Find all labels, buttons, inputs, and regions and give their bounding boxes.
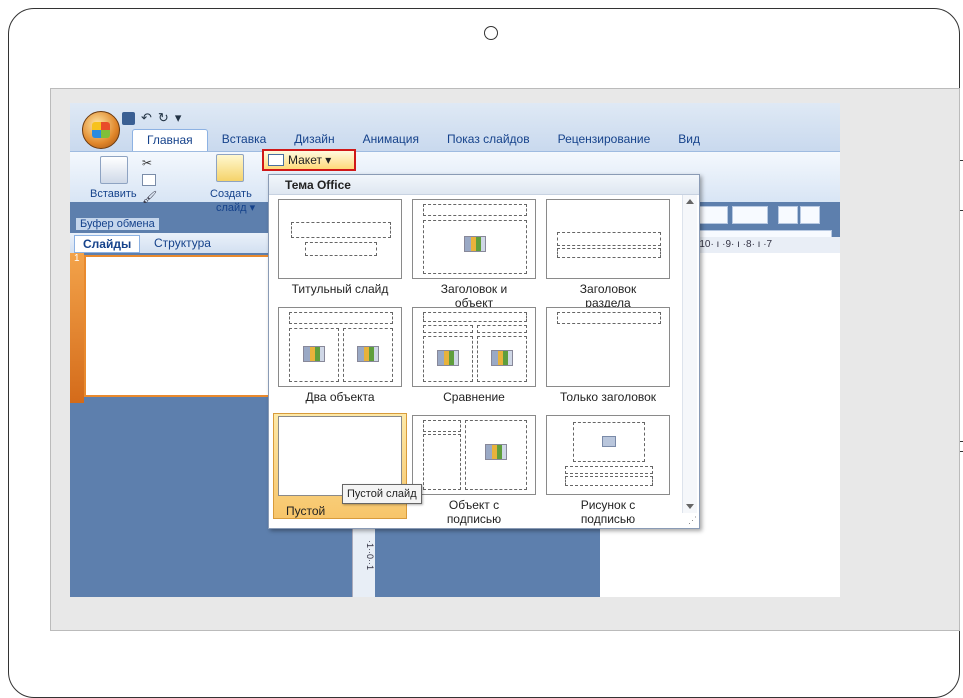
qat-more-icon[interactable]: ▾	[175, 110, 182, 126]
office-logo-icon	[92, 122, 110, 138]
slide-thumbnail-selection: 1	[70, 253, 84, 403]
layout-label: Рисунок с подписью	[580, 498, 636, 526]
picture-icon	[602, 436, 616, 447]
layout-title-content[interactable]: Заголовок и объект	[407, 199, 541, 310]
layout-thumbnail	[412, 307, 536, 387]
new-slide-label-2[interactable]: слайд ▾	[216, 201, 255, 214]
layout-label: Только заголовок	[559, 390, 657, 404]
layout-section-header[interactable]: Заголовок раздела	[541, 199, 675, 310]
layout-content-caption[interactable]: Объект с подписью	[407, 415, 541, 526]
numbering-button[interactable]	[732, 206, 768, 224]
placeholder	[423, 325, 473, 333]
placeholder	[557, 248, 661, 258]
new-slide-icon[interactable]	[216, 154, 244, 182]
content-objects-icon	[303, 346, 325, 362]
dropdown-header: Тема Office	[269, 175, 699, 195]
placeholder	[305, 242, 377, 256]
layout-thumbnail	[546, 415, 670, 495]
layout-label: Два объекта	[305, 390, 375, 404]
panel-tabs: Слайды Структура	[70, 233, 270, 253]
layout-comparison[interactable]: Сравнение	[407, 307, 541, 404]
layout-thumbnail	[278, 199, 402, 279]
placeholder	[423, 434, 461, 490]
placeholder	[557, 312, 661, 324]
layout-two-content[interactable]: Два объекта	[273, 307, 407, 404]
tab-view[interactable]: Вид	[664, 129, 714, 151]
increase-indent-button[interactable]	[800, 206, 820, 224]
layout-label: Сравнение	[443, 390, 505, 404]
undo-icon[interactable]: ↶	[141, 110, 152, 126]
slide-thumbnail[interactable]	[84, 255, 270, 397]
layout-dropdown: Тема Office ⋰ Титульный слайд Заголовок …	[268, 174, 700, 529]
placeholder	[423, 204, 527, 216]
clipboard-group-label: Буфер обмена	[76, 218, 159, 230]
layout-icon	[268, 154, 284, 166]
tab-slideshow[interactable]: Показ слайдов	[433, 129, 544, 151]
placeholder	[289, 312, 393, 324]
tab-animation[interactable]: Анимация	[349, 129, 433, 151]
decrease-indent-button[interactable]	[778, 206, 798, 224]
content-objects-icon	[464, 236, 486, 252]
placeholder	[557, 232, 661, 246]
dropdown-scrollbar[interactable]	[682, 195, 697, 513]
title-bar: ↶ ↻ ▾ Главная Вставка Дизайн Анимация По…	[70, 103, 840, 152]
layout-thumbnail	[412, 199, 536, 279]
layout-label: Объект с подписью	[446, 498, 502, 526]
format-painter-icon[interactable]: 🖌	[142, 190, 157, 204]
placeholder	[565, 466, 653, 474]
layout-thumbnail	[546, 307, 670, 387]
content-objects-icon	[357, 346, 379, 362]
placeholder	[565, 476, 653, 486]
ribbon-tabs: Главная Вставка Дизайн Анимация Показ сл…	[132, 129, 714, 152]
layout-button[interactable]: Макет ▾	[262, 149, 356, 171]
layout-picture-caption[interactable]: Рисунок с подписью	[541, 415, 675, 526]
paste-label[interactable]: Вставить	[90, 188, 137, 200]
layout-thumbnail	[278, 307, 402, 387]
quick-access-toolbar: ↶ ↻ ▾	[122, 109, 181, 127]
tab-insert[interactable]: Вставка	[208, 129, 281, 151]
scroll-down-icon[interactable]	[686, 504, 694, 509]
cut-icon[interactable]: ✂	[142, 156, 152, 170]
slide-number: 1	[74, 253, 80, 264]
redo-icon[interactable]: ↻	[158, 110, 169, 126]
paste-icon[interactable]	[100, 156, 128, 184]
office-button[interactable]	[82, 111, 120, 149]
content-objects-icon	[491, 350, 513, 366]
layout-thumbnail	[546, 199, 670, 279]
placeholder	[291, 222, 391, 238]
layout-label: Заголовок раздела	[579, 282, 637, 310]
layout-label: Пустой	[286, 504, 326, 518]
content-objects-icon	[485, 444, 507, 460]
save-icon[interactable]	[122, 111, 135, 125]
layout-title-slide[interactable]: Титульный слайд	[273, 199, 407, 296]
tab-slides[interactable]: Слайды	[74, 235, 141, 253]
tab-home[interactable]: Главная	[132, 129, 208, 152]
layout-button-label: Макет ▾	[288, 153, 332, 167]
content-objects-icon	[437, 350, 459, 366]
layout-thumbnail	[412, 415, 536, 495]
placeholder	[423, 312, 527, 322]
copy-icon[interactable]	[142, 174, 156, 186]
scroll-up-icon[interactable]	[686, 199, 694, 204]
placeholder	[423, 420, 461, 432]
resize-grip-icon[interactable]: ⋰	[688, 515, 697, 526]
placeholder	[477, 325, 527, 333]
tab-review[interactable]: Рецензирование	[544, 129, 665, 151]
tooltip: Пустой слайд	[342, 484, 422, 504]
layout-label: Титульный слайд	[291, 282, 389, 296]
camera-icon	[484, 26, 498, 40]
layout-title-only[interactable]: Только заголовок	[541, 307, 675, 404]
tab-outline[interactable]: Структура	[146, 235, 219, 251]
tab-design[interactable]: Дизайн	[280, 129, 348, 151]
layout-label: Заголовок и объект	[440, 282, 508, 310]
new-slide-label[interactable]: Создать	[210, 188, 252, 200]
horizontal-ruler: ·10· ı ·9· ı ·8· ı ·7	[692, 237, 840, 253]
